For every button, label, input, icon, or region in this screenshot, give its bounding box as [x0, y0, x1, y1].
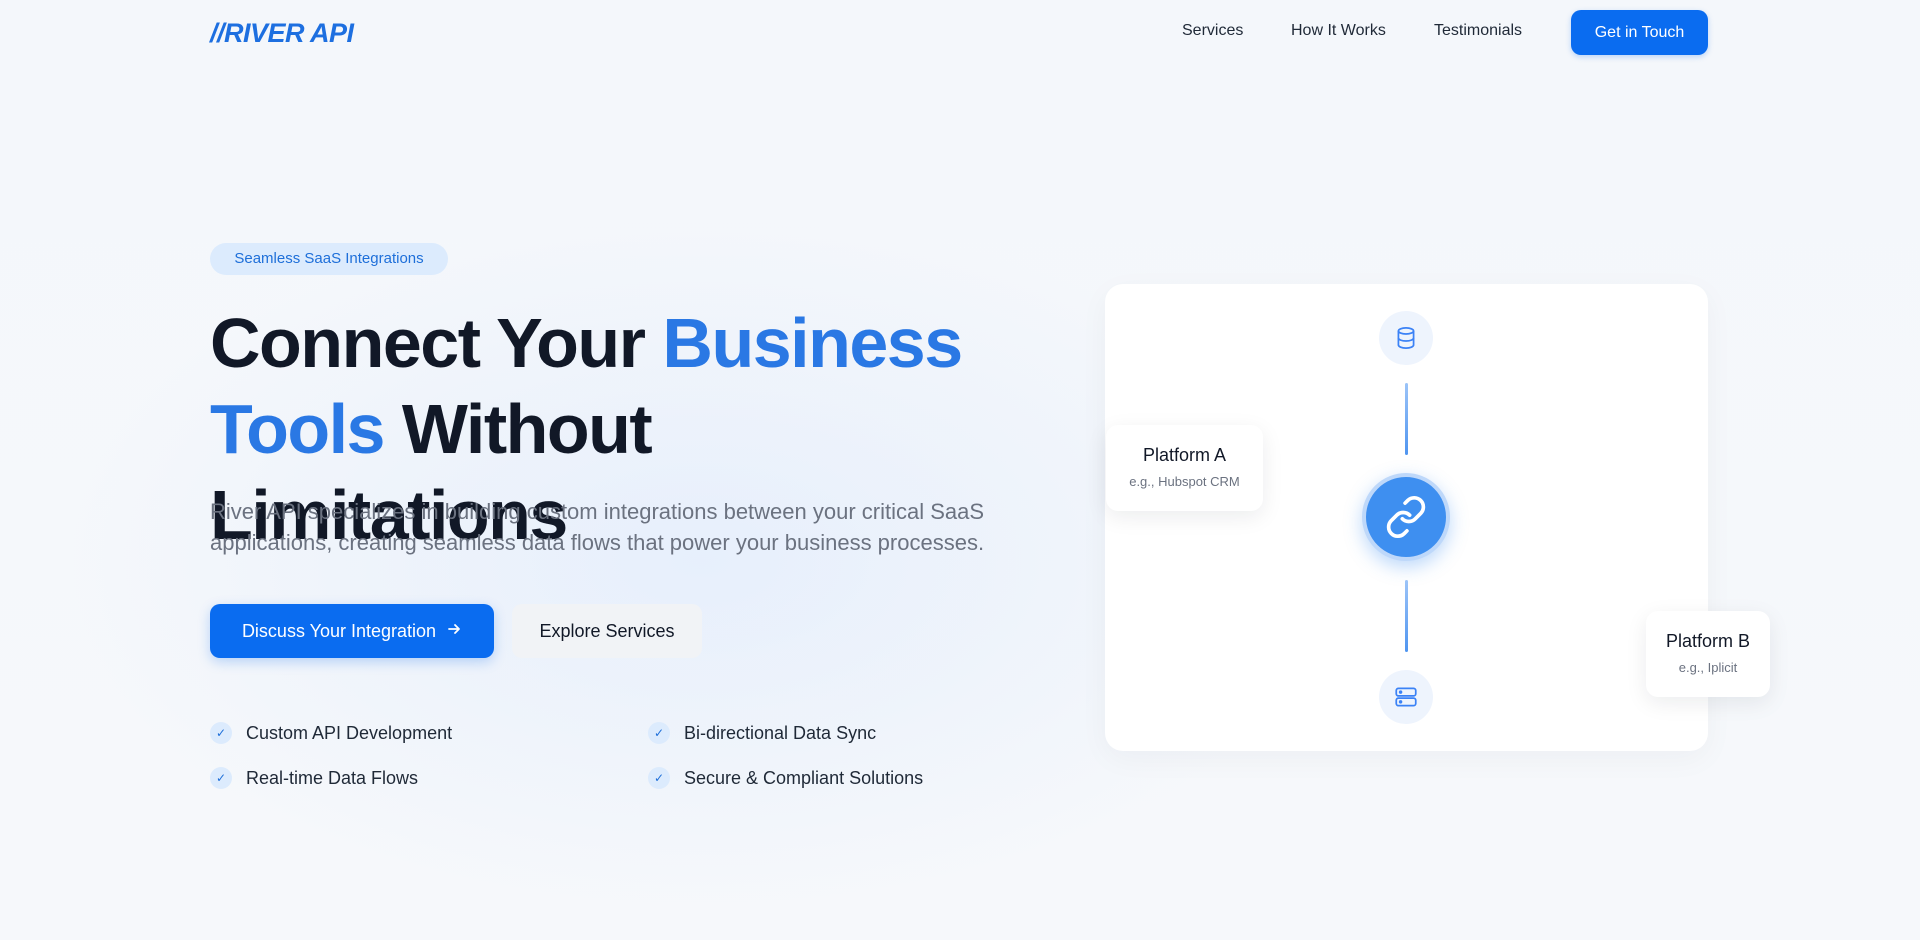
logo[interactable]: //RIVER API	[210, 18, 354, 49]
platform-a-name: Platform A	[1142, 445, 1227, 465]
check-icon: ✓	[648, 767, 670, 789]
database-icon	[1379, 311, 1433, 365]
check-icon: ✓	[210, 722, 232, 744]
discuss-integration-button[interactable]: Discuss Your Integration	[210, 604, 494, 658]
hero-description: River API specializes in building custom…	[210, 499, 985, 555]
platform-b-card: Platform B e.g., Iplicit	[1646, 611, 1770, 697]
nav-link-testimonials[interactable]: Testimonials	[1434, 22, 1522, 40]
feature-item: ✓ Secure & Compliant Solutions	[648, 767, 923, 789]
link-icon	[1362, 473, 1450, 561]
nav-link-how-it-works[interactable]: How It Works	[1291, 22, 1386, 40]
feature-item: ✓ Real-time Data Flows	[210, 767, 418, 789]
get-in-touch-button[interactable]: Get in Touch	[1571, 10, 1708, 55]
feature-item: ✓ Custom API Development	[210, 722, 452, 744]
connector-line-top	[1405, 383, 1408, 455]
platform-b-name: Platform B	[1665, 631, 1751, 651]
feature-label: Custom API Development	[246, 722, 453, 743]
feature-label: Real-time Data Flows	[246, 767, 419, 788]
feature-item: ✓ Bi-directional Data Sync	[648, 722, 876, 744]
discuss-integration-label: Discuss Your Integration	[241, 620, 437, 641]
check-icon: ✓	[210, 767, 232, 789]
headline-accent-2: Tools	[210, 390, 385, 468]
server-icon	[1379, 670, 1433, 724]
feature-label: Bi-directional Data Sync	[684, 722, 877, 743]
platform-a-card: Platform A e.g., Hubspot CRM	[1106, 425, 1263, 511]
arrow-right-icon	[446, 621, 462, 642]
hero-badge: Seamless SaaS Integrations	[210, 243, 448, 275]
platform-a-example: e.g., Hubspot CRM	[1129, 474, 1240, 489]
feature-label: Secure & Compliant Solutions	[684, 767, 924, 788]
check-icon: ✓	[648, 722, 670, 744]
headline-accent-1: Business	[662, 304, 963, 382]
platform-b-example: e.g., Iplicit	[1678, 660, 1738, 675]
site-header: //RIVER API Services How It Works Testim…	[0, 0, 1920, 66]
headline-part-1: Connect Your	[210, 304, 663, 382]
explore-services-button[interactable]: Explore Services	[512, 604, 702, 658]
nav-link-services[interactable]: Services	[1182, 22, 1243, 40]
connector-line-bottom	[1405, 580, 1408, 652]
